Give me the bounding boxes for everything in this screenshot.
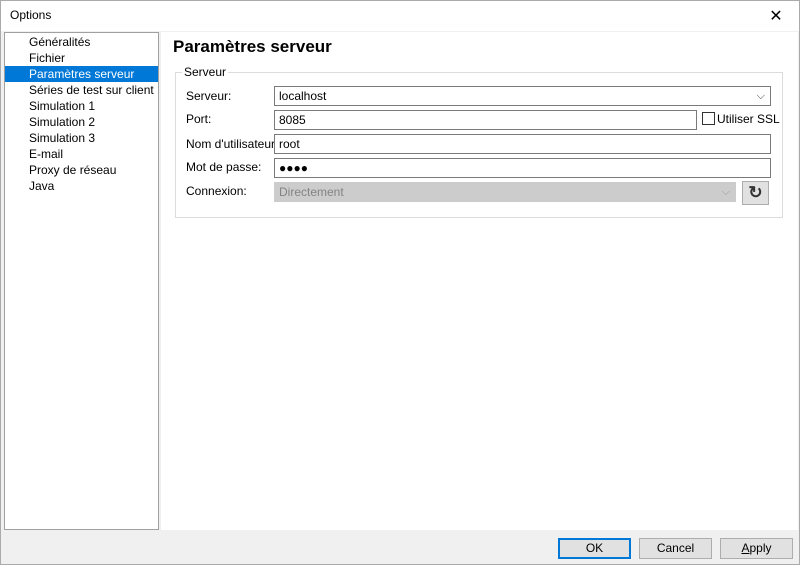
port-input[interactable]: 8085 bbox=[274, 110, 697, 130]
group-legend: Serveur bbox=[182, 65, 229, 79]
use-ssl-label[interactable]: Utiliser SSL bbox=[717, 112, 780, 126]
nav-item-fichier[interactable]: Fichier bbox=[5, 50, 158, 66]
nav-item-email[interactable]: E-mail bbox=[5, 146, 158, 162]
nav-item-java[interactable]: Java bbox=[5, 178, 158, 194]
port-value: 8085 bbox=[279, 113, 306, 127]
nav-item-parametres-serveur[interactable]: Paramètres serveur bbox=[5, 66, 158, 82]
password-input[interactable]: ●●●● bbox=[274, 158, 771, 178]
options-dialog: Options ✕ Généralités Fichier Paramètres… bbox=[0, 0, 800, 565]
nav-item-simulation-2[interactable]: Simulation 2 bbox=[5, 114, 158, 130]
chevron-down-icon: ⌵ bbox=[721, 186, 730, 198]
apply-button[interactable]: Apply bbox=[720, 538, 793, 559]
ok-button[interactable]: OK bbox=[558, 538, 631, 559]
server-groupbox: Serveur Serveur: localhost ⌵ Port: 8085 … bbox=[175, 65, 783, 218]
use-ssl-checkbox[interactable] bbox=[702, 112, 715, 125]
username-input[interactable]: root bbox=[274, 134, 771, 154]
server-select[interactable]: localhost ⌵ bbox=[274, 86, 771, 106]
connection-label: Connexion: bbox=[186, 184, 247, 198]
close-button[interactable]: ✕ bbox=[753, 1, 799, 31]
close-icon: ✕ bbox=[769, 8, 783, 25]
category-tree: Généralités Fichier Paramètres serveur S… bbox=[4, 32, 159, 530]
nav-item-proxy[interactable]: Proxy de réseau bbox=[5, 162, 158, 178]
password-label: Mot de passe: bbox=[186, 160, 262, 174]
title-bar: Options ✕ bbox=[1, 1, 799, 31]
nav-item-simulation-3[interactable]: Simulation 3 bbox=[5, 130, 158, 146]
apply-mnemonic: A bbox=[741, 541, 750, 555]
port-label: Port: bbox=[186, 112, 212, 126]
connection-value: Directement bbox=[279, 185, 344, 199]
password-value: ●●●● bbox=[279, 161, 308, 175]
button-bar: OK Cancel Apply bbox=[1, 531, 799, 564]
settings-panel: Paramètres serveur Serveur Serveur: loca… bbox=[161, 32, 798, 530]
nav-item-generalites[interactable]: Généralités bbox=[5, 34, 158, 50]
username-value: root bbox=[279, 137, 300, 151]
cancel-button[interactable]: Cancel bbox=[639, 538, 712, 559]
server-label: Serveur: bbox=[186, 89, 232, 103]
refresh-connection-button[interactable]: ↻ bbox=[742, 181, 769, 205]
nav-item-simulation-1[interactable]: Simulation 1 bbox=[5, 98, 158, 114]
username-label: Nom d'utilisateur: bbox=[186, 137, 279, 151]
connection-select[interactable]: Directement ⌵ bbox=[274, 182, 736, 202]
nav-item-series-de-test[interactable]: Séries de test sur client bbox=[5, 82, 158, 98]
server-value: localhost bbox=[279, 89, 327, 103]
window-title: Options bbox=[10, 8, 52, 22]
chevron-down-icon: ⌵ bbox=[756, 90, 765, 102]
refresh-icon: ↻ bbox=[748, 183, 763, 202]
apply-label: pply bbox=[749, 541, 772, 555]
page-title: Paramètres serveur bbox=[173, 37, 332, 56]
